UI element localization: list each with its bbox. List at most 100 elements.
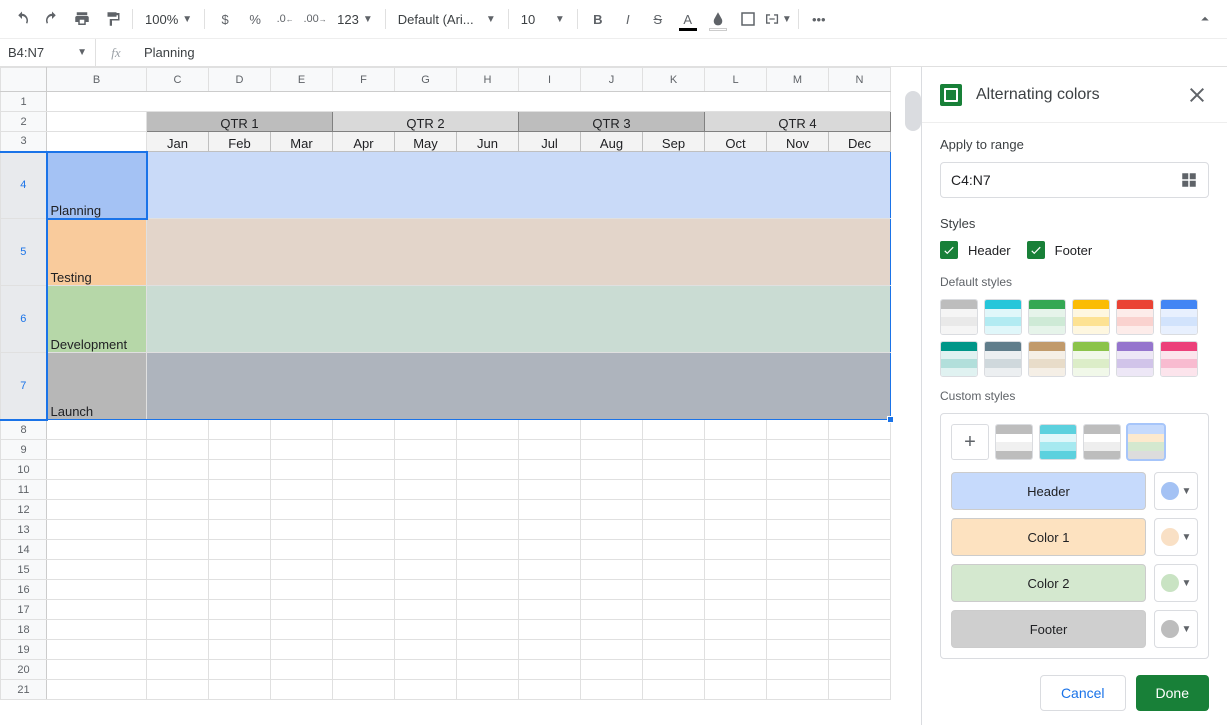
select-all-corner[interactable] (1, 68, 47, 92)
style-swatch[interactable] (1072, 299, 1110, 335)
row-header[interactable]: 21 (1, 680, 47, 700)
row-header[interactable]: 19 (1, 640, 47, 660)
collapse-toolbar-button[interactable] (1191, 5, 1219, 33)
custom-style-swatch[interactable] (995, 424, 1033, 460)
row-header[interactable]: 15 (1, 560, 47, 580)
undo-button[interactable] (8, 5, 36, 33)
col-header[interactable]: F (333, 68, 395, 92)
done-button[interactable]: Done (1136, 675, 1209, 711)
col-header[interactable]: B (47, 68, 147, 92)
col-header[interactable]: G (395, 68, 457, 92)
row-header[interactable]: 12 (1, 500, 47, 520)
currency-button[interactable]: $ (211, 5, 239, 33)
cell-month[interactable]: Nov (767, 132, 829, 152)
cell-phase[interactable]: Planning (47, 152, 147, 219)
style-swatch[interactable] (1160, 341, 1198, 377)
borders-button[interactable] (734, 5, 762, 33)
style-swatch[interactable] (1160, 299, 1198, 335)
style-swatch[interactable] (1072, 341, 1110, 377)
style-swatch[interactable] (1028, 341, 1066, 377)
print-button[interactable] (68, 5, 96, 33)
style-swatch[interactable] (940, 299, 978, 335)
add-custom-style-button[interactable]: + (951, 424, 989, 460)
spreadsheet-grid[interactable]: B C D E F G H I J K L M N 1 2 QTR 1 QTR … (0, 67, 921, 725)
cell-qtr4[interactable]: QTR 4 (705, 112, 891, 132)
col-header[interactable]: D (209, 68, 271, 92)
row-header[interactable]: 1 (1, 92, 47, 112)
cell-month[interactable]: Dec (829, 132, 891, 152)
custom-style-swatch[interactable] (1039, 424, 1077, 460)
row-header[interactable]: 20 (1, 660, 47, 680)
cell-month[interactable]: Jan (147, 132, 209, 152)
cell-qtr1[interactable]: QTR 1 (147, 112, 333, 132)
fill-color-button[interactable] (704, 5, 732, 33)
more-formats-select[interactable]: 123▼ (331, 6, 379, 32)
row-header[interactable]: 6 (1, 286, 47, 353)
col-header[interactable]: I (519, 68, 581, 92)
col-header[interactable]: H (457, 68, 519, 92)
row-header[interactable]: 10 (1, 460, 47, 480)
cell-month[interactable]: May (395, 132, 457, 152)
color2-picker[interactable]: ▼ (1154, 564, 1198, 602)
cell-month[interactable]: Sep (643, 132, 705, 152)
col-header[interactable]: N (829, 68, 891, 92)
italic-button[interactable]: I (614, 5, 642, 33)
row-header[interactable]: 3 (1, 132, 47, 152)
zoom-select[interactable]: 100%▼ (139, 6, 198, 32)
paint-format-button[interactable] (98, 5, 126, 33)
col-header[interactable]: J (581, 68, 643, 92)
footer-color-picker[interactable]: ▼ (1154, 610, 1198, 648)
name-box[interactable]: B4:N7▼ (0, 39, 96, 66)
explore-tab[interactable] (905, 91, 921, 131)
redo-button[interactable] (38, 5, 66, 33)
font-select[interactable]: Default (Ari...▼ (392, 6, 502, 32)
row-header[interactable]: 7 (1, 353, 47, 420)
cell-phase[interactable]: Testing (47, 219, 147, 286)
row-header[interactable]: 8 (1, 420, 47, 440)
row-header[interactable]: 14 (1, 540, 47, 560)
font-size-select[interactable]: 10▼ (515, 6, 571, 32)
cell-month[interactable]: Oct (705, 132, 767, 152)
header-color-picker[interactable]: ▼ (1154, 472, 1198, 510)
close-button[interactable] (1185, 83, 1209, 107)
merge-button[interactable]: ▼ (764, 5, 792, 33)
cancel-button[interactable]: Cancel (1040, 675, 1126, 711)
row-header[interactable]: 13 (1, 520, 47, 540)
custom-style-swatch[interactable] (1127, 424, 1165, 460)
strike-button[interactable]: S (644, 5, 672, 33)
cell-month[interactable]: Jul (519, 132, 581, 152)
decrease-decimal-button[interactable]: .0← (271, 5, 299, 33)
row-header[interactable]: 18 (1, 620, 47, 640)
cell-phase[interactable]: Launch (47, 353, 147, 420)
cell-month[interactable]: Apr (333, 132, 395, 152)
row-header[interactable]: 2 (1, 112, 47, 132)
style-swatch[interactable] (984, 341, 1022, 377)
col-header[interactable]: E (271, 68, 333, 92)
cell-month[interactable]: Jun (457, 132, 519, 152)
cell-qtr3[interactable]: QTR 3 (519, 112, 705, 132)
col-header[interactable]: K (643, 68, 705, 92)
row-header[interactable]: 4 (1, 152, 47, 219)
formula-input[interactable]: Planning (136, 45, 1227, 60)
footer-checkbox[interactable]: Footer (1027, 241, 1093, 259)
row-header[interactable]: 17 (1, 600, 47, 620)
row-header[interactable]: 16 (1, 580, 47, 600)
header-checkbox[interactable]: Header (940, 241, 1011, 259)
custom-style-swatch[interactable] (1083, 424, 1121, 460)
range-input[interactable]: C4:N7 (940, 162, 1209, 198)
col-header[interactable]: M (767, 68, 829, 92)
style-swatch[interactable] (1028, 299, 1066, 335)
cell-qtr2[interactable]: QTR 2 (333, 112, 519, 132)
col-header[interactable]: L (705, 68, 767, 92)
col-header[interactable]: C (147, 68, 209, 92)
cell-month[interactable]: Aug (581, 132, 643, 152)
text-color-button[interactable]: A (674, 5, 702, 33)
bold-button[interactable]: B (584, 5, 612, 33)
cell-month[interactable]: Mar (271, 132, 333, 152)
row-header[interactable]: 9 (1, 440, 47, 460)
style-swatch[interactable] (984, 299, 1022, 335)
cell-phase[interactable]: Development (47, 286, 147, 353)
row-header[interactable]: 5 (1, 219, 47, 286)
color1-picker[interactable]: ▼ (1154, 518, 1198, 556)
cell-month[interactable]: Feb (209, 132, 271, 152)
